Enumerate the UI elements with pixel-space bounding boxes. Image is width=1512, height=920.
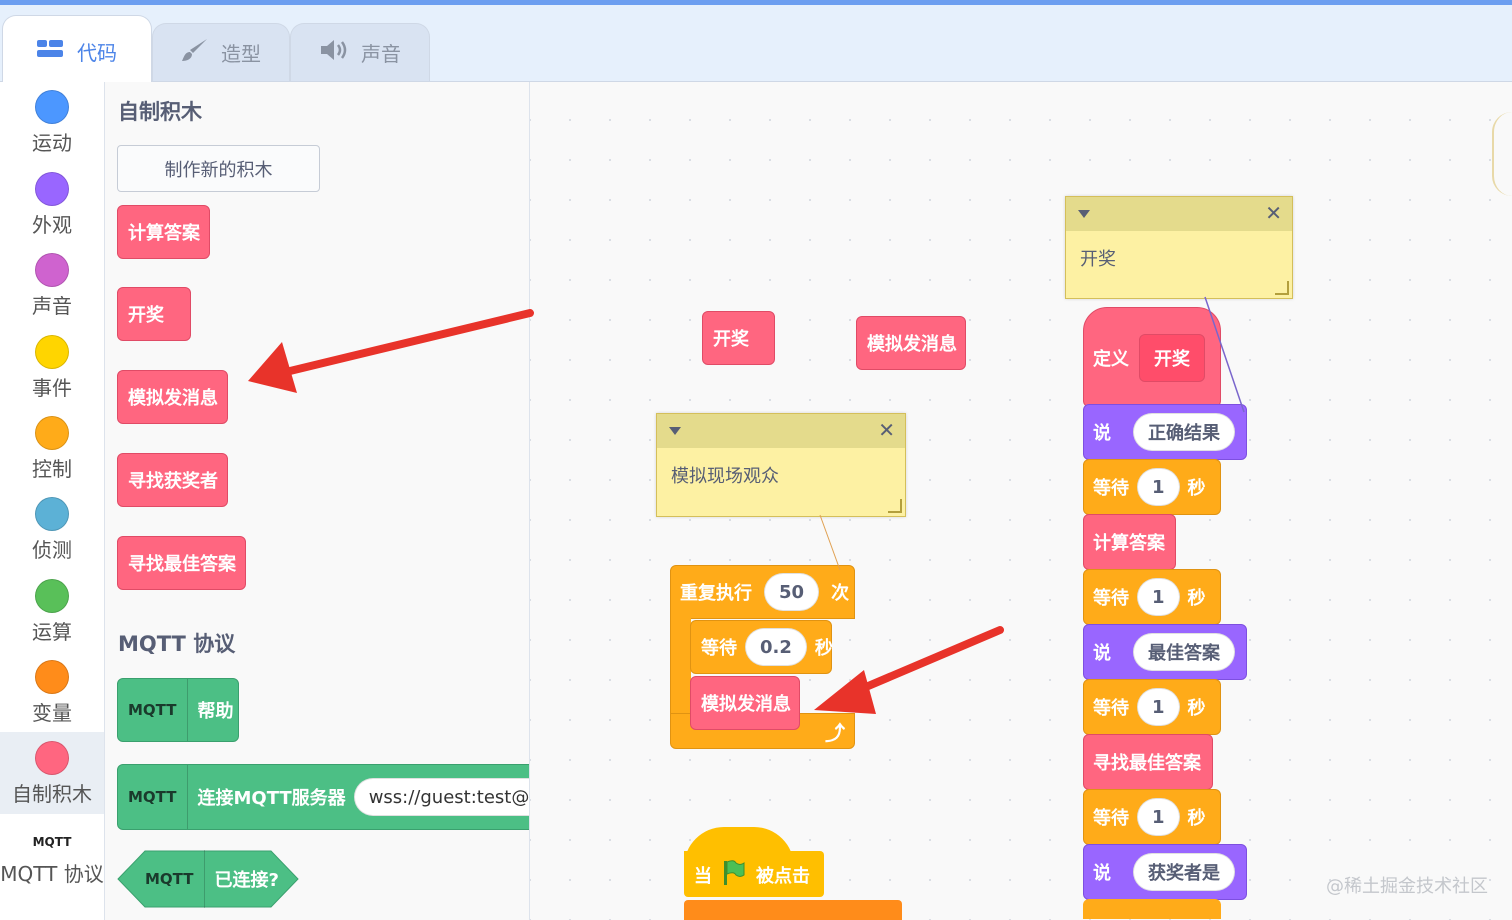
brush-icon — [181, 37, 209, 68]
palette-block-find-best-answer[interactable]: 寻找最佳答案 — [117, 536, 246, 590]
palette-block-mqtt-connected[interactable]: MQTT 已连接? — [117, 850, 299, 908]
mqtt-logo-icon: MQTT — [145, 850, 205, 908]
editor-tabs: 代码 造型 声音 — [0, 5, 1512, 87]
tab-code-label: 代码 — [77, 41, 117, 65]
say-text-input[interactable]: 正确结果 — [1133, 413, 1235, 451]
my-blocks-heading: 自制积木 — [118, 100, 202, 124]
palette-block-draw-prize[interactable]: 开奖 — [117, 287, 191, 341]
comment-note[interactable]: ✕ 模拟现场观众 — [656, 413, 906, 517]
tab-costumes[interactable]: 造型 — [152, 23, 290, 81]
wait-block[interactable]: 等待 0.2 秒 — [690, 620, 833, 674]
wait-seconds-input[interactable]: 0.2 — [745, 628, 807, 666]
tab-sounds-label: 声音 — [361, 42, 401, 66]
category-my-blocks[interactable]: 自制积木 — [0, 732, 104, 814]
category-looks[interactable]: 外观 — [0, 172, 104, 238]
call-block[interactable]: 寻找最佳答案 — [1083, 734, 1213, 790]
say-block[interactable]: 说最佳答案 — [1083, 624, 1247, 680]
motion-color-dot — [35, 90, 69, 124]
category-events[interactable]: 事件 — [0, 335, 104, 401]
palette-block-mqtt-connect[interactable]: MQTT 连接MQTT服务器 wss://guest:test@m — [117, 764, 529, 830]
watermark: @稀土掘金技术社区 — [1326, 876, 1488, 897]
category-mqtt[interactable]: MQTT MQTT 协议 — [0, 830, 104, 886]
palette-block-find-winner[interactable]: 寻找获奖者 — [117, 453, 228, 507]
say-text-input[interactable]: 最佳答案 — [1133, 633, 1235, 671]
loop-arrow-icon: ⤴ — [825, 721, 845, 745]
looks-color-dot — [35, 172, 69, 206]
when-flag-clicked-block[interactable]: 当 被点击 — [684, 827, 824, 897]
wait-seconds-input[interactable]: 1 — [1137, 468, 1180, 506]
close-icon[interactable]: ✕ — [878, 418, 895, 442]
wait-block[interactable]: 等待 1 秒 — [1083, 679, 1221, 735]
green-flag-icon — [722, 859, 746, 891]
category-variables[interactable]: 变量 — [0, 660, 104, 726]
repeat-unit: 次 — [831, 583, 850, 604]
call-block[interactable]: 计算答案 — [1083, 514, 1176, 570]
wait-block[interactable]: 等待 1 秒 — [1083, 459, 1221, 515]
variables-color-dot — [35, 660, 69, 694]
wait-seconds-input[interactable]: 1 — [1137, 798, 1180, 836]
category-motion[interactable]: 运动 — [0, 90, 104, 156]
sensing-color-dot — [35, 497, 69, 531]
wait-block-partial — [1083, 899, 1221, 919]
collapse-triangle-icon[interactable] — [1078, 210, 1090, 218]
repeat-count-input[interactable]: 50 — [764, 573, 820, 611]
repeat-label: 重复执行 — [680, 583, 752, 604]
control-color-dot — [35, 416, 69, 450]
category-sound[interactable]: 声音 — [0, 253, 104, 319]
mqtt-logo-icon: MQTT — [32, 835, 72, 849]
code-icon — [37, 39, 65, 64]
wait-seconds-input[interactable]: 1 — [1137, 578, 1180, 616]
palette-block-calc-answer[interactable]: 计算答案 — [117, 205, 210, 259]
my-blocks-color-dot — [35, 741, 69, 775]
block-palette: 自制积木 制作新的积木 计算答案 开奖 模拟发消息 寻找获奖者 寻找最佳答案 M… — [105, 82, 530, 920]
category-operators[interactable]: 运算 — [0, 579, 104, 645]
sound-color-dot — [35, 253, 69, 287]
say-text-input[interactable]: 获奖者是 — [1133, 853, 1235, 891]
category-sensing[interactable]: 侦测 — [0, 497, 104, 563]
events-color-dot — [35, 335, 69, 369]
say-block[interactable]: 说正确结果 — [1083, 404, 1247, 460]
loose-block-simulate-message[interactable]: 模拟发消息 — [856, 316, 966, 370]
mqtt-logo-icon: MQTT — [128, 679, 188, 741]
orange-block-partial — [684, 900, 902, 920]
close-icon[interactable]: ✕ — [1265, 201, 1282, 225]
comment-text[interactable]: 开奖 — [1066, 231, 1292, 285]
define-prototype[interactable]: 开奖 — [1139, 334, 1205, 382]
resize-grip-icon[interactable] — [1275, 281, 1289, 295]
comment-text[interactable]: 模拟现场观众 — [657, 448, 905, 502]
define-block[interactable]: 定义 开奖 — [1083, 307, 1221, 407]
comment-note[interactable]: ✕ 开奖 — [1065, 196, 1293, 299]
make-a-block-button[interactable]: 制作新的积木 — [117, 145, 320, 192]
mqtt-server-url-input[interactable]: wss://guest:test@m — [353, 778, 529, 816]
wait-block[interactable]: 等待 1 秒 — [1083, 789, 1221, 845]
category-menu: 运动 外观 声音 事件 控制 侦测 运算 变量 自制积木 MQTT MQTT 协… — [0, 82, 105, 920]
speaker-icon — [319, 39, 349, 66]
palette-block-mqtt-help[interactable]: MQTT 帮助 — [117, 678, 239, 742]
inner-block-simulate-message[interactable]: 模拟发消息 — [690, 676, 800, 730]
palette-block-simulate-message[interactable]: 模拟发消息 — [117, 370, 228, 424]
category-control[interactable]: 控制 — [0, 416, 104, 482]
operators-color-dot — [35, 579, 69, 613]
script-workspace[interactable]: 开奖 模拟发消息 ✕ 模拟现场观众 重复执行 50 次 ⤴ 等待 0.2 秒 模… — [530, 82, 1512, 920]
tab-sounds[interactable]: 声音 — [290, 23, 430, 81]
resize-grip-icon[interactable] — [888, 499, 902, 513]
decorative-sprite-icon — [1492, 112, 1512, 196]
say-block[interactable]: 说获奖者是 — [1083, 844, 1247, 900]
collapse-triangle-icon[interactable] — [669, 427, 681, 435]
tab-costumes-label: 造型 — [221, 42, 261, 66]
mqtt-logo-icon: MQTT — [128, 765, 188, 829]
loose-block-draw-prize[interactable]: 开奖 — [702, 311, 775, 365]
wait-seconds-input[interactable]: 1 — [1137, 688, 1180, 726]
mqtt-heading: MQTT 协议 — [118, 632, 236, 656]
tab-code[interactable]: 代码 — [2, 15, 152, 87]
wait-block[interactable]: 等待 1 秒 — [1083, 569, 1221, 625]
